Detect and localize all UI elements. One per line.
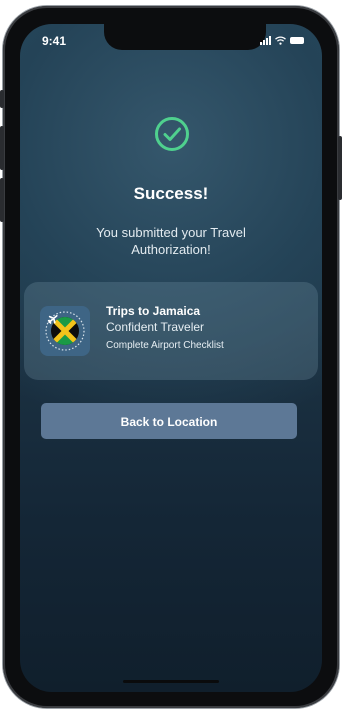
airport-checklist-link[interactable]: Complete Airport Checklist bbox=[106, 340, 224, 351]
trip-card[interactable]: Trips to Jamaica Confident Traveler Comp… bbox=[24, 282, 318, 380]
home-indicator bbox=[123, 680, 219, 683]
notch bbox=[104, 24, 266, 50]
volume-down-button bbox=[0, 178, 4, 222]
mute-switch bbox=[0, 90, 4, 108]
trip-card-title: Trips to Jamaica bbox=[106, 304, 201, 318]
jamaica-flag-icon bbox=[45, 311, 85, 351]
status-time: 9:41 bbox=[42, 34, 67, 48]
power-button bbox=[338, 136, 342, 200]
trip-icon-tile bbox=[40, 306, 90, 356]
battery-icon bbox=[290, 37, 304, 44]
success-title: Success! bbox=[133, 184, 209, 203]
signal-icon bbox=[260, 36, 271, 45]
trip-card-subtitle: Confident Traveler bbox=[106, 320, 205, 334]
success-message: You submitted your Travel Authorization! bbox=[96, 225, 246, 257]
back-to-location-button[interactable]: Back to Location bbox=[41, 403, 297, 439]
check-circle-icon bbox=[155, 117, 189, 151]
wifi-icon bbox=[275, 36, 286, 45]
app-screen: 9:41 Success! You submitted your Travel … bbox=[20, 24, 322, 692]
status-icons bbox=[260, 36, 304, 45]
volume-up-button bbox=[0, 126, 4, 170]
